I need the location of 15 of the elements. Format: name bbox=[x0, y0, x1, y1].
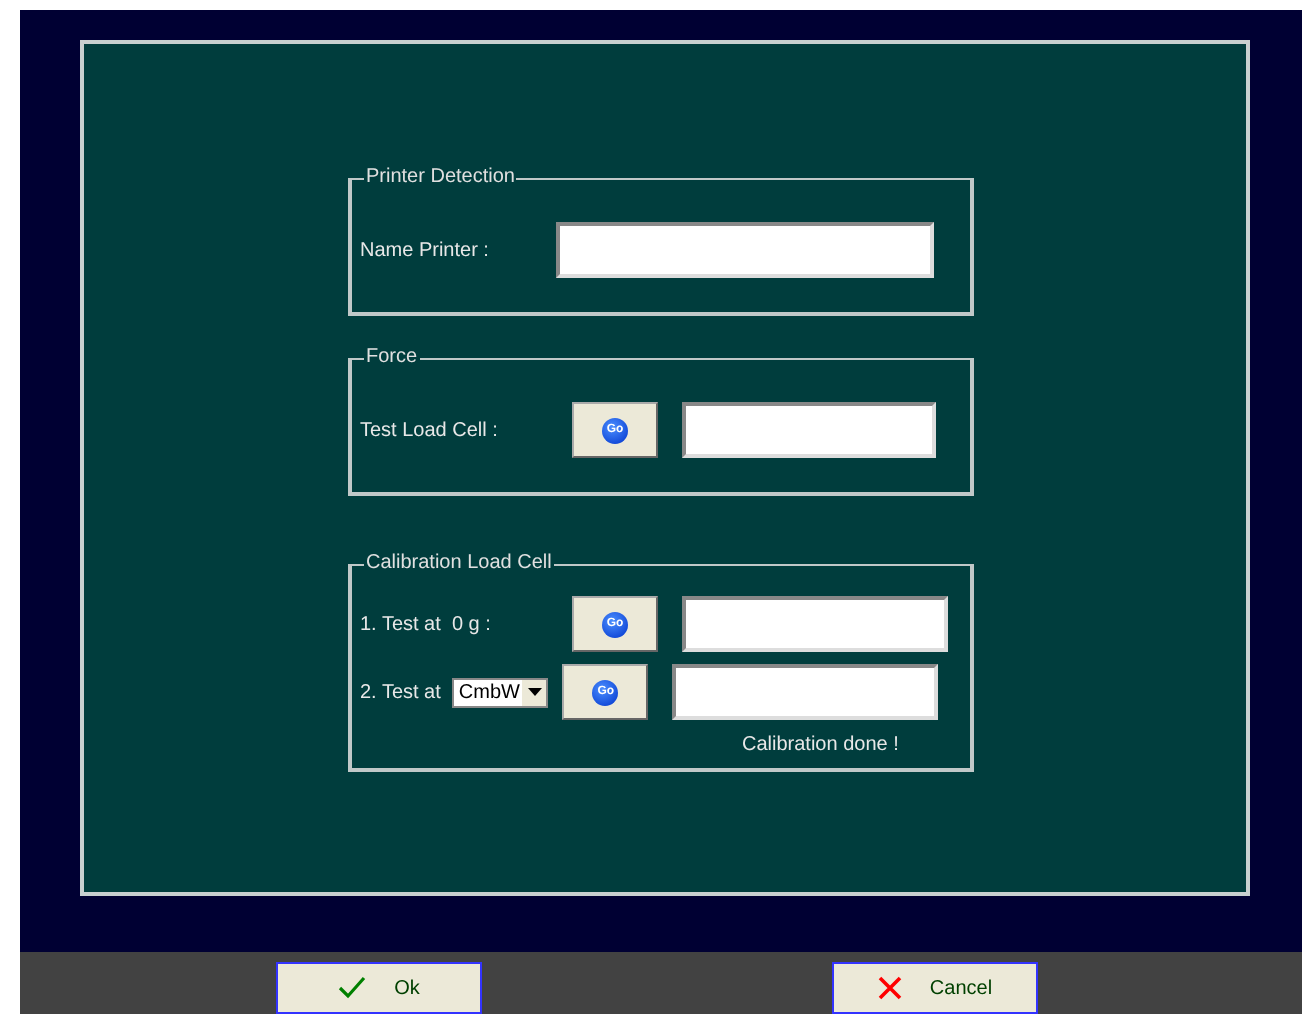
field-label: Name Printer : bbox=[360, 239, 491, 261]
checkmark-icon bbox=[338, 976, 367, 1000]
input-field[interactable] bbox=[556, 222, 934, 278]
field-label: 1. Test at 0 g : bbox=[360, 613, 493, 635]
status-text: Calibration done ! bbox=[742, 734, 899, 756]
ok-button[interactable]: Ok bbox=[276, 962, 482, 1014]
input-field[interactable] bbox=[682, 596, 948, 652]
input-field[interactable] bbox=[672, 664, 939, 720]
input-field[interactable] bbox=[682, 402, 936, 458]
field-label: 2. Test at bbox=[360, 681, 441, 703]
dropdown-arrow-icon bbox=[527, 688, 542, 696]
cancel-button[interactable]: Cancel bbox=[832, 962, 1038, 1014]
close-icon bbox=[877, 976, 902, 1000]
field-label: Test Load Cell : bbox=[360, 419, 500, 441]
weight-dropdown[interactable]: CmbW bbox=[452, 677, 549, 707]
